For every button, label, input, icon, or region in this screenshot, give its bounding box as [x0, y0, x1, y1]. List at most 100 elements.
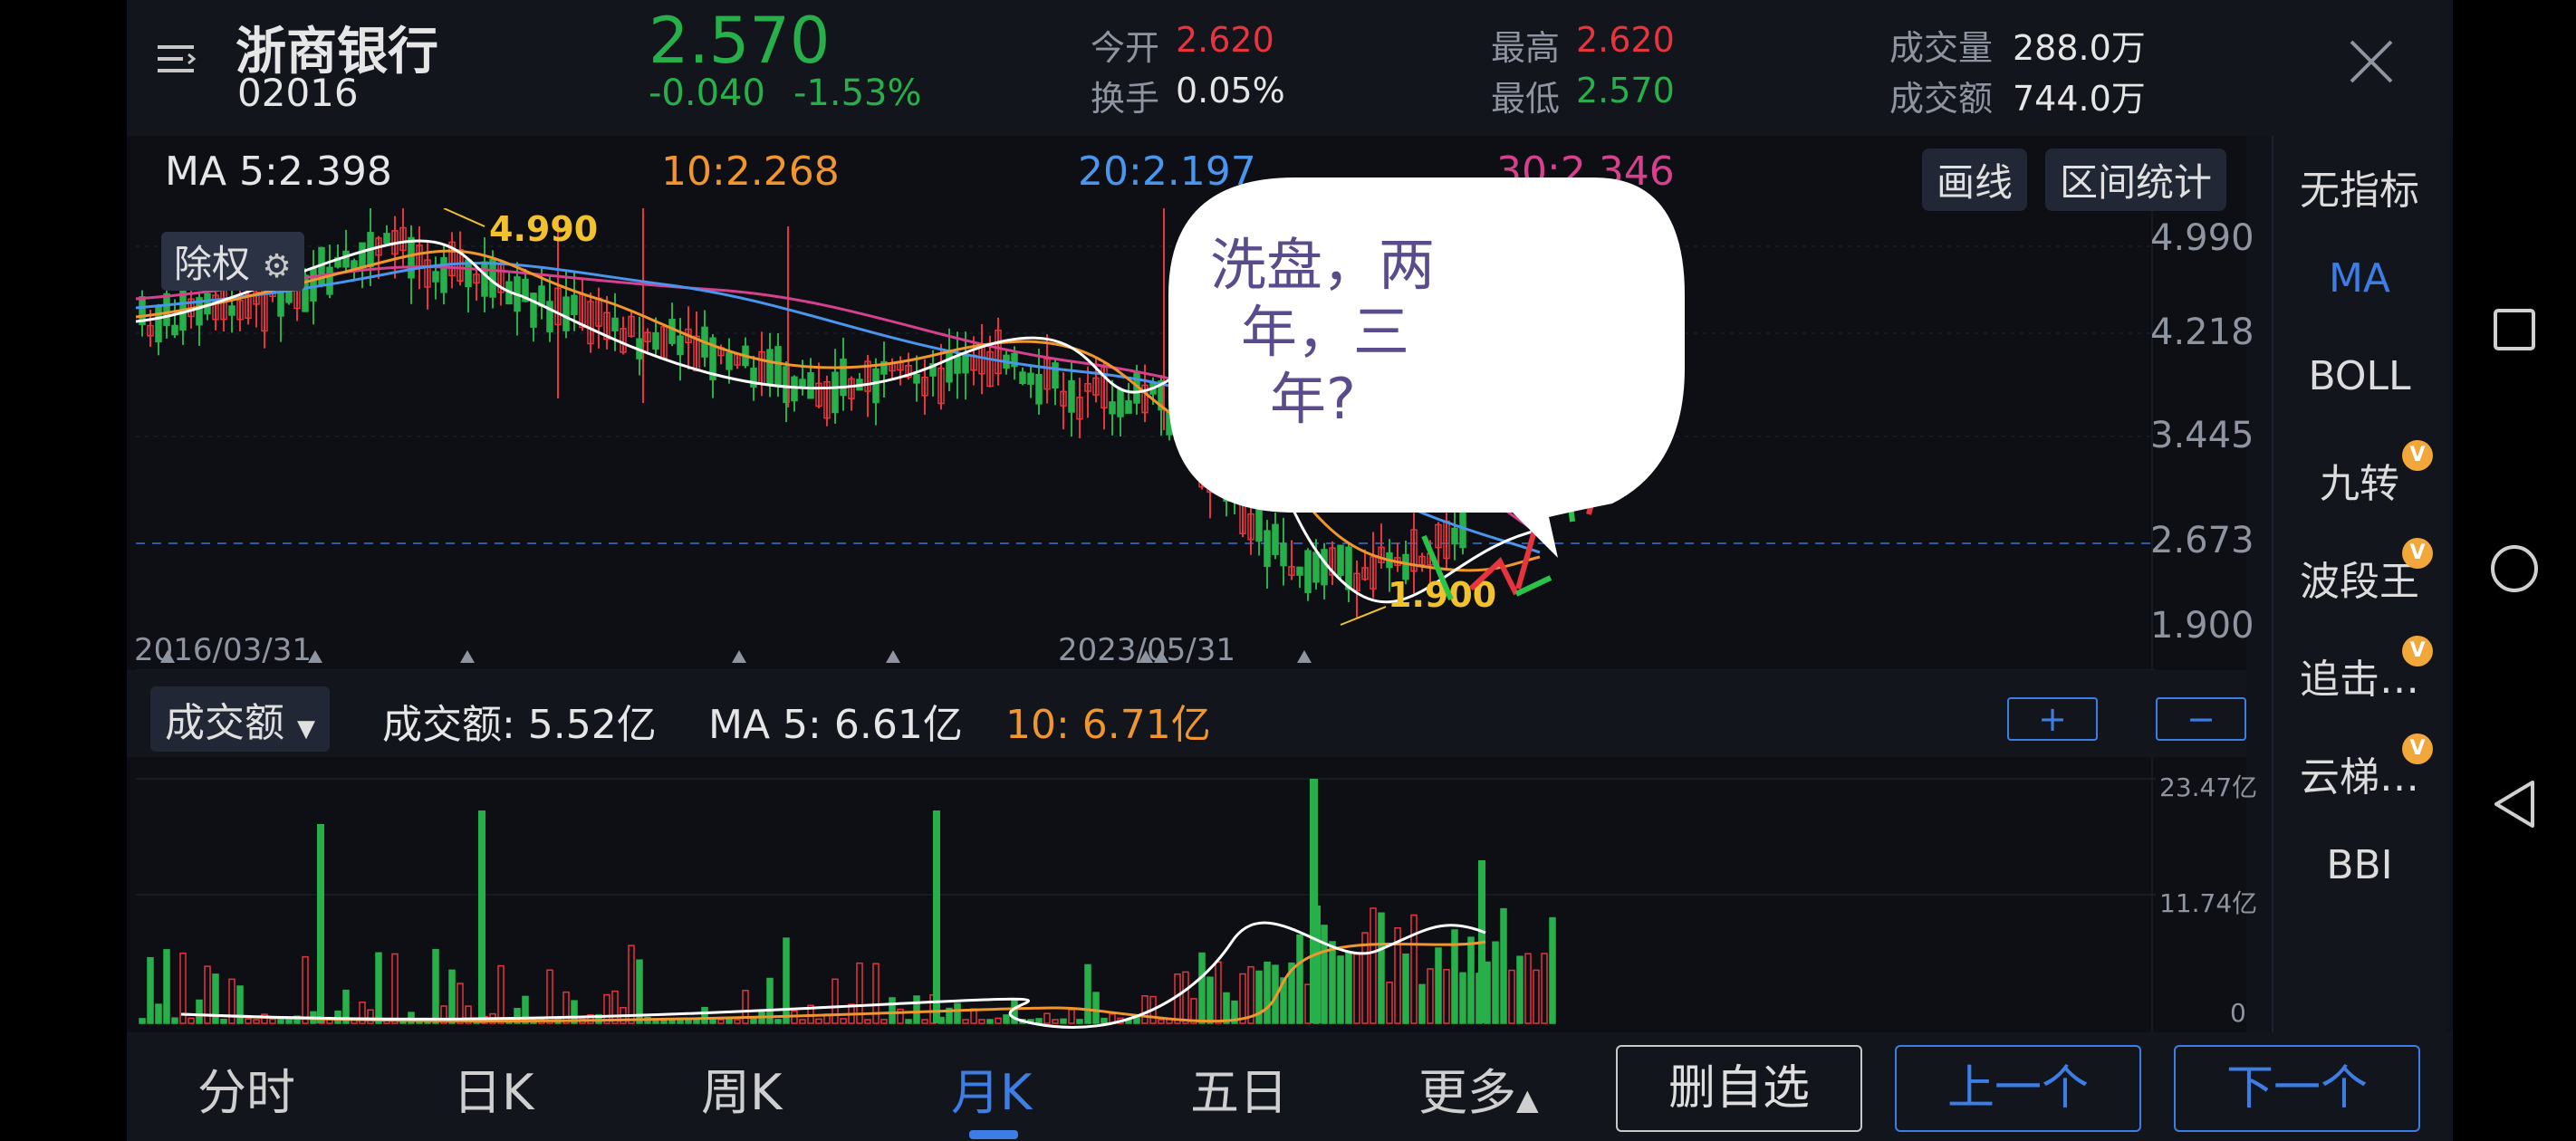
back-icon[interactable]: [2491, 779, 2538, 829]
adjust-selector[interactable]: 除权 ⚙: [161, 232, 304, 291]
remove-watchlist-button[interactable]: 删自选: [1616, 1045, 1862, 1132]
volume-bar: [302, 955, 309, 1024]
volume-bar: [1378, 912, 1385, 1024]
close-icon[interactable]: [2346, 36, 2397, 87]
volume-bar: [628, 944, 635, 1024]
candle: [774, 346, 782, 387]
volume-bars: [139, 779, 1556, 1024]
volume-bar: [277, 1019, 284, 1024]
next-stock-button[interactable]: 下一个: [2174, 1045, 2420, 1132]
vip-badge-icon: V: [2402, 734, 2433, 764]
candle: [342, 250, 350, 268]
stock-code: 02016: [237, 71, 359, 115]
y-tick-1: 4.990: [2150, 217, 2254, 259]
volume-selector[interactable]: 成交额 ▼: [150, 686, 330, 752]
vip-badge-icon: V: [2402, 538, 2433, 569]
y-tick-5: 1.900: [2150, 605, 2254, 647]
volume-chart[interactable]: [127, 761, 2246, 1032]
tab-daily-k[interactable]: 日K: [453, 1052, 533, 1124]
indicator-none[interactable]: 无指标: [2273, 158, 2446, 216]
zoom-out-button[interactable]: −: [2156, 697, 2246, 741]
volume-selector-label: 成交额: [165, 700, 284, 746]
volume-bar: [253, 1019, 260, 1024]
annotation-high: 4.990: [443, 208, 598, 249]
y-tick-4: 2.673: [2150, 520, 2254, 561]
volume-bar: [1402, 953, 1409, 1024]
volume-bar: [1549, 916, 1556, 1024]
volume-bar: [457, 983, 464, 1024]
candle: [611, 317, 619, 331]
volume-bar: [864, 1019, 871, 1024]
volume-bar: [921, 1019, 928, 1024]
tab-more[interactable]: 更多▲: [1418, 1052, 1539, 1124]
volume-bar: [179, 952, 187, 1024]
volume-bar: [1435, 947, 1442, 1024]
volume-bar: [1310, 779, 1318, 1023]
indicator-bbi[interactable]: BBI: [2273, 842, 2446, 888]
volume-bar: [1345, 952, 1352, 1024]
volume-bar: [611, 990, 619, 1024]
volume-bar: [726, 1018, 733, 1024]
candle: [1052, 362, 1059, 388]
volume-bar: [391, 953, 399, 1024]
volume-bar: [1076, 1019, 1083, 1024]
volume-bar: [1158, 1019, 1165, 1024]
indicator-boll[interactable]: BOLL: [2273, 353, 2446, 399]
candle: [432, 271, 439, 283]
zoom-in-button[interactable]: +: [2007, 697, 2098, 741]
recents-icon[interactable]: [2493, 308, 2536, 351]
caret-up-icon: ▲: [1516, 1082, 1539, 1117]
menu-icon[interactable]: [154, 36, 199, 82]
system-nav-bar: [2453, 0, 2576, 1141]
volume-bar: [1492, 941, 1499, 1024]
volume-bar: [1264, 961, 1271, 1024]
volume-bar: [995, 1017, 1002, 1024]
candle: [383, 233, 390, 244]
quote-header: 浙商银行 02016 2.570 -0.040 -1.53% 今开 2.620 …: [127, 0, 2453, 136]
tab-intraday[interactable]: 分时: [197, 1052, 295, 1124]
volume-bar: [750, 1018, 757, 1024]
volume-bar: [1508, 969, 1515, 1024]
volume-bar: [1443, 969, 1450, 1024]
candle: [163, 292, 170, 327]
volume-bar: [1533, 969, 1540, 1024]
volume-bar: [1516, 955, 1523, 1024]
chevron-down-icon: ▼: [297, 715, 315, 743]
active-tab-indicator: [969, 1130, 1018, 1139]
volume-bar: [1296, 934, 1303, 1024]
home-icon[interactable]: [2489, 543, 2540, 594]
volume-bar: [962, 1019, 969, 1024]
vol-y-tick-3: 0: [2230, 998, 2246, 1028]
prev-stock-button[interactable]: 上一个: [1895, 1045, 2141, 1132]
volume-bar: [840, 1018, 847, 1024]
candle: [546, 301, 553, 332]
chart-area: MA 5:2.398 10:2.268 20:2.197 30:2.346 画线…: [127, 136, 2257, 1032]
indicator-panel: 无指标 MA BOLL 九转 V 波段王 V 追击… V 云梯… V BBI: [2272, 136, 2446, 1032]
volume-bar: [1524, 953, 1532, 1024]
low-label: 最低: [1491, 79, 1561, 119]
tab-five-day[interactable]: 五日: [1190, 1052, 1288, 1124]
tab-weekly-k[interactable]: 周K: [701, 1052, 782, 1124]
high-label: 最高: [1491, 28, 1561, 68]
indicator-ma[interactable]: MA: [2273, 255, 2446, 302]
volume-bar: [1084, 964, 1091, 1024]
interval-stats-button[interactable]: 区间统计: [2045, 149, 2227, 211]
volume-bar: [1500, 907, 1507, 1024]
volume-bar: [1092, 992, 1100, 1024]
candle: [872, 368, 879, 404]
volume-bar: [1541, 953, 1548, 1024]
period-tabs-bar: 分时 日K 周K 月K 五日 更多▲ 删自选 上一个 下一个: [127, 1032, 2453, 1141]
candle: [726, 351, 733, 370]
volume-bar: [913, 995, 920, 1024]
volume-bar: [1467, 936, 1475, 1024]
candle: [766, 349, 774, 387]
tab-monthly-k[interactable]: 月K: [951, 1052, 1032, 1124]
draw-line-button[interactable]: 画线: [1922, 149, 2028, 211]
volume-bar: [1386, 982, 1393, 1024]
volume-bar: [1043, 1012, 1051, 1024]
volume-bar: [1068, 1009, 1075, 1024]
volume-bar: [1329, 941, 1336, 1024]
volume-bar: [478, 810, 485, 1023]
open-value: 2.620: [1176, 20, 1274, 60]
volume-bar: [954, 1002, 961, 1024]
